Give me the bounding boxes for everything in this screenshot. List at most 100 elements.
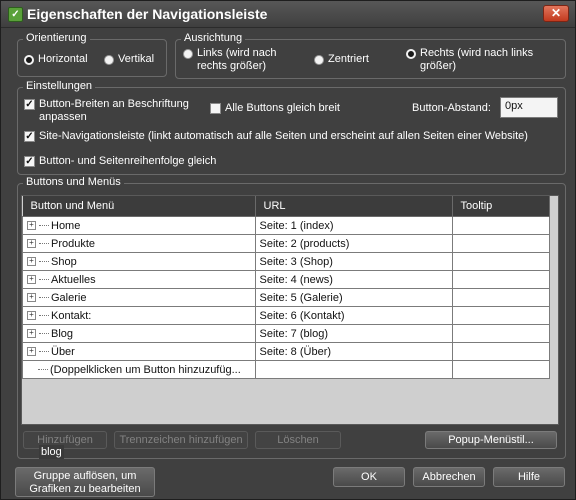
ausrichtung-group: Ausrichtung Links (wird nach rechts größ… xyxy=(175,32,566,79)
buttons-table-grid: Button und Menü URL Tooltip + Home Seite:… xyxy=(22,196,550,379)
radio-vertikal-label: Vertikal xyxy=(118,53,155,65)
radio-rechts[interactable]: Rechts (wird nach links größer) xyxy=(406,47,556,73)
add-button[interactable]: Hinzufügen xyxy=(23,431,107,449)
add-separator-button[interactable]: Trennzeichen hinzufügen xyxy=(114,431,248,449)
checkbox-checked-icon: ✓ xyxy=(24,99,35,110)
close-button[interactable]: ✕ xyxy=(543,5,569,22)
row-button-name: Home xyxy=(51,219,81,232)
table-row[interactable]: + Galerie Seite: 5 (Galerie) xyxy=(22,288,550,307)
navbar-app-icon: ✓ xyxy=(8,7,23,22)
expand-plus-icon[interactable]: + xyxy=(27,239,36,249)
expand-plus-icon[interactable]: + xyxy=(27,275,36,285)
expand-plus-icon[interactable]: + xyxy=(27,347,36,357)
radio-horizontal[interactable]: Horizontal xyxy=(24,53,88,65)
row-tooltip xyxy=(451,270,550,289)
table-row[interactable]: + Über Seite: 8 (Über) xyxy=(22,342,550,361)
table-row[interactable]: + Shop Seite: 3 (Shop) xyxy=(22,252,550,271)
checkbox-checked-icon: ✓ xyxy=(24,131,35,142)
row-button-name: Produkte xyxy=(51,237,96,250)
site-nav-label: Site-Navigationsleiste (linkt automatisc… xyxy=(39,130,528,142)
radio-unselected-icon xyxy=(183,49,193,59)
table-row[interactable]: + Aktuelles Seite: 4 (news) xyxy=(22,270,550,289)
popup-menu-style-button[interactable]: Popup-Menüstil... xyxy=(425,431,557,449)
row-tooltip xyxy=(451,288,550,307)
einstellungen-group: Einstellungen ✓ Button-Breiten an Beschr… xyxy=(17,80,566,175)
table-row[interactable]: + Kontakt: Seite: 6 (Kontakt) xyxy=(22,306,550,325)
table-row[interactable]: + Home Seite: 1 (index) xyxy=(22,216,550,235)
row-tooltip xyxy=(451,360,550,379)
radio-rechts-label: Rechts (wird nach links größer) xyxy=(420,47,534,72)
row-button-name: Blog xyxy=(51,327,74,340)
radio-zentriert[interactable]: Zentriert xyxy=(314,53,369,65)
button-widths-label: Button-Breiten an Beschriftung anpassen xyxy=(39,98,189,123)
order-label: Button- und Seitenreihenfolge gleich xyxy=(39,155,217,167)
radio-horizontal-label: Horizontal xyxy=(38,53,88,65)
dialog-window: ✓ Eigenschaften der Navigationsleiste ✕ … xyxy=(0,0,576,500)
radio-links-label: Links (wird nach rechts größer) xyxy=(197,47,277,72)
orientierung-group: Orientierung Horizontal Vertikal xyxy=(17,32,167,77)
radio-zentriert-label: Zentriert xyxy=(328,53,369,65)
buttons-table[interactable]: Button und Menü URL Tooltip + Home Seite:… xyxy=(21,195,559,425)
ok-button[interactable]: OK xyxy=(333,467,405,487)
checkbox-checked-icon: ✓ xyxy=(24,156,35,167)
column-header-button[interactable]: Button und Menü xyxy=(22,196,256,217)
table-row-add[interactable]: (Doppelklicken um Button hinzuzufüg... xyxy=(22,360,550,379)
row-url: Seite: 3 (Shop) xyxy=(254,252,453,271)
tooltip-popup: blog xyxy=(39,445,64,459)
buttons-menus-label: Buttons und Menüs xyxy=(23,176,124,188)
row-button-name: Shop xyxy=(51,255,77,268)
spacing-input[interactable]: 0px xyxy=(500,97,558,118)
radio-links[interactable]: Links (wird nach rechts größer) xyxy=(183,47,303,73)
row-url: Seite: 7 (blog) xyxy=(254,324,453,343)
title-bar[interactable]: ✓ Eigenschaften der Navigationsleiste ✕ xyxy=(1,1,575,28)
expand-plus-icon[interactable]: + xyxy=(27,311,36,321)
checkbox-all-same[interactable]: Alle Buttons gleich breit xyxy=(210,102,340,114)
row-url: Seite: 5 (Galerie) xyxy=(254,288,453,307)
cancel-button[interactable]: Abbrechen xyxy=(413,467,485,487)
row-button-name: Kontakt: xyxy=(51,309,92,322)
row-tooltip xyxy=(451,342,550,361)
row-url: Seite: 6 (Kontakt) xyxy=(254,306,453,325)
checkbox-order[interactable]: ✓ Button- und Seitenreihenfolge gleich xyxy=(24,155,216,167)
row-url xyxy=(254,360,453,379)
table-row[interactable]: + Blog Seite: 7 (blog) xyxy=(22,324,550,343)
table-row[interactable]: + Produkte Seite: 2 (products) xyxy=(22,234,550,253)
ungroup-button[interactable]: Gruppe auflösen, um Grafiken zu bearbeit… xyxy=(15,467,155,497)
dialog-title: Eigenschaften der Navigationsleiste xyxy=(27,6,268,22)
row-tooltip xyxy=(451,252,550,271)
row-tooltip xyxy=(451,216,550,235)
radio-selected-icon xyxy=(24,55,34,65)
orientierung-label: Orientierung xyxy=(23,32,90,44)
radio-unselected-icon xyxy=(314,55,324,65)
expand-plus-icon[interactable]: + xyxy=(27,221,36,231)
help-button[interactable]: Hilfe xyxy=(493,467,565,487)
row-button-name: Galerie xyxy=(51,291,87,304)
column-header-tooltip[interactable]: Tooltip xyxy=(452,196,550,217)
row-url: Seite: 4 (news) xyxy=(254,270,453,289)
table-header: Button und Menü URL Tooltip xyxy=(22,196,550,217)
row-tooltip xyxy=(451,234,550,253)
row-button-name: Aktuelles xyxy=(51,273,96,286)
row-tooltip xyxy=(451,324,550,343)
row-tooltip xyxy=(451,306,550,325)
row-url: Seite: 8 (Über) xyxy=(254,342,453,361)
radio-vertikal[interactable]: Vertikal xyxy=(104,53,154,65)
delete-button[interactable]: Löschen xyxy=(255,431,341,449)
radio-unselected-icon xyxy=(104,55,114,65)
add-row-hint: (Doppelklicken um Button hinzuzufüg... xyxy=(50,363,241,376)
spacing-label: Button-Abstand: xyxy=(412,102,491,114)
expand-plus-icon[interactable]: + xyxy=(27,293,36,303)
row-url: Seite: 2 (products) xyxy=(254,234,453,253)
einstellungen-label: Einstellungen xyxy=(23,80,96,92)
column-header-url[interactable]: URL xyxy=(255,196,453,217)
expand-plus-icon[interactable]: + xyxy=(27,329,36,339)
ausrichtung-label: Ausrichtung xyxy=(181,32,246,44)
row-button-name: Über xyxy=(51,345,75,358)
expand-plus-icon[interactable]: + xyxy=(27,257,36,267)
all-same-label: Alle Buttons gleich breit xyxy=(225,102,340,114)
radio-selected-icon xyxy=(406,49,416,59)
row-url: Seite: 1 (index) xyxy=(254,216,453,235)
checkbox-site-nav[interactable]: ✓ Site-Navigationsleiste (linkt automati… xyxy=(24,130,528,142)
checkbox-button-widths[interactable]: ✓ Button-Breiten an Beschriftung anpasse… xyxy=(24,98,204,124)
checkbox-unchecked-icon xyxy=(210,103,221,114)
